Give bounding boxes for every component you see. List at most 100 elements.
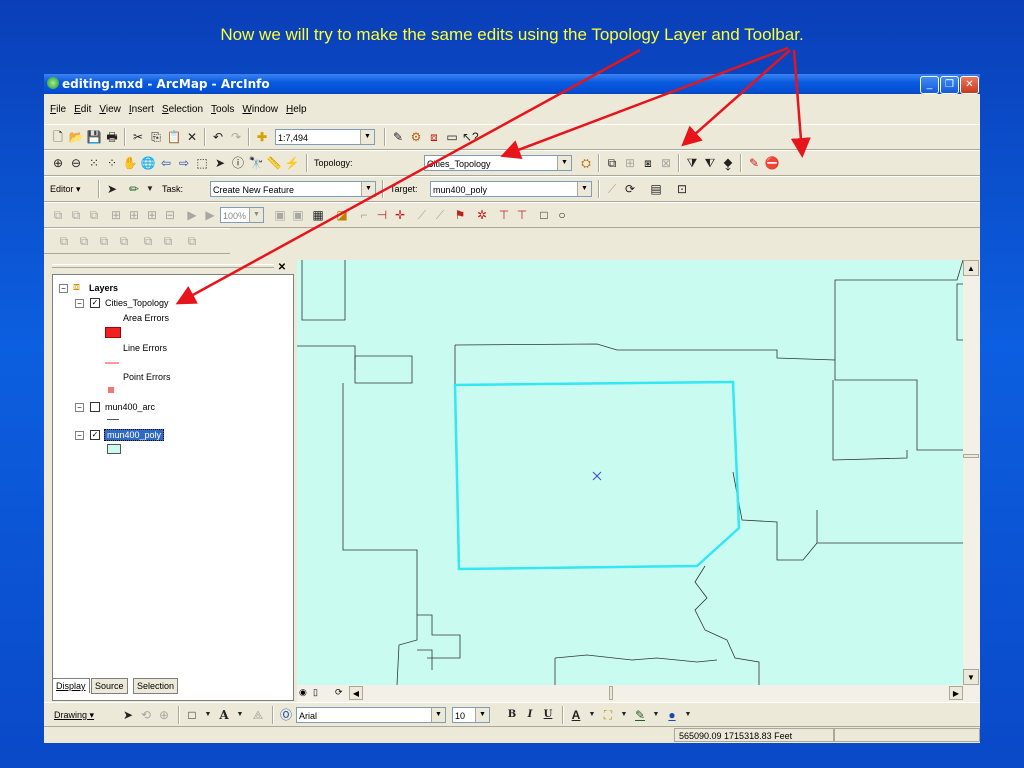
spatial-adjustment-icon[interactable]: ▦: [310, 207, 326, 223]
georeferencing-icon[interactable]: ◪: [334, 207, 350, 223]
rule-icon[interactable]: ⊤: [496, 207, 512, 223]
menu-help[interactable]: Help: [286, 100, 307, 120]
network-tool-icon[interactable]: ⧉: [56, 233, 72, 249]
construct-features-icon[interactable]: ⧆: [640, 155, 656, 171]
planarize-lines-icon[interactable]: ⊠: [658, 155, 674, 171]
chevron-down-icon[interactable]: ▼: [557, 156, 571, 170]
split-tool-icon[interactable]: ⟋: [604, 181, 620, 197]
save-icon[interactable]: 💾: [86, 129, 102, 145]
title-bar[interactable]: editing.mxd - ArcMap - ArcInfo _ ❐ ✕: [44, 74, 980, 94]
tab-selection[interactable]: Selection: [133, 678, 179, 694]
cut-icon[interactable]: ✂: [130, 129, 146, 145]
chevron-down-icon[interactable]: ▼: [360, 130, 374, 144]
collapse-icon[interactable]: −: [75, 431, 84, 440]
fillet-icon[interactable]: ⧉: [68, 207, 84, 223]
scroll-thumb[interactable]: [963, 454, 979, 458]
chevron-down-icon[interactable]: ▼: [616, 707, 632, 723]
chevron-down-icon[interactable]: ▼: [680, 707, 696, 723]
layer-cities-topology[interactable]: Cities_Topology: [105, 298, 169, 308]
proportion-icon[interactable]: ✛: [392, 207, 408, 223]
curve-icon[interactable]: ⟋: [432, 207, 448, 223]
menu-selection[interactable]: Selection: [162, 100, 203, 120]
zoom-combo[interactable]: 100% ▼: [220, 207, 264, 223]
toc-grip[interactable]: [52, 264, 274, 268]
chevron-down-icon[interactable]: ▼: [200, 707, 216, 723]
collapse-icon[interactable]: −: [75, 299, 84, 308]
open-folder-icon[interactable]: 📂: [68, 129, 84, 145]
chevron-down-icon[interactable]: ▼: [232, 707, 248, 723]
map-vertical-scrollbar[interactable]: ▲ ▼: [963, 260, 980, 685]
full-extent-icon[interactable]: 🌐: [140, 155, 156, 171]
measure-icon[interactable]: 📏: [266, 155, 282, 171]
identify-icon[interactable]: ⓘ: [230, 155, 246, 171]
redo-icon[interactable]: ↷: [228, 129, 244, 145]
sketch-tool-icon[interactable]: ✏: [126, 181, 142, 197]
error-inspector-icon[interactable]: ⛔: [764, 155, 780, 171]
paste-icon[interactable]: 📋: [166, 129, 182, 145]
select-elements-icon[interactable]: ➤: [212, 155, 228, 171]
smooth-icon[interactable]: ▶: [184, 207, 200, 223]
scroll-left-icon[interactable]: ◀: [349, 686, 363, 700]
delete-icon[interactable]: ✕: [184, 129, 200, 145]
chevron-down-icon[interactable]: ▼: [142, 181, 158, 197]
menu-insert[interactable]: Insert: [129, 100, 154, 120]
layer-checkbox[interactable]: ✓: [90, 430, 100, 440]
maximize-button[interactable]: ❐: [940, 76, 959, 94]
data-view-icon[interactable]: ◉: [299, 687, 307, 698]
copy-icon[interactable]: ⎘: [148, 129, 164, 145]
zoom-in-icon[interactable]: ⊕: [50, 155, 66, 171]
undo-icon[interactable]: ↶: [210, 129, 226, 145]
edit-vertices-icon[interactable]: ⟁: [250, 707, 266, 723]
new-text-icon[interactable]: A: [216, 707, 232, 723]
collapse-icon[interactable]: −: [59, 284, 68, 293]
collapse-icon[interactable]: −: [75, 403, 84, 412]
rule-icon[interactable]: ⊤: [514, 207, 530, 223]
rectangle-icon[interactable]: □: [184, 707, 200, 723]
network-tool-icon[interactable]: ⧉: [184, 233, 200, 249]
copy-features-icon[interactable]: ⧉: [50, 207, 66, 223]
layer-mun400-poly[interactable]: mun400_poly: [104, 429, 165, 441]
topology-edit-tool-icon[interactable]: ⧉: [604, 155, 620, 171]
whats-this-help-icon[interactable]: ↖?: [462, 129, 479, 145]
drawing-menu-button[interactable]: Drawing ▾: [54, 707, 94, 723]
chevron-down-icon[interactable]: ▼: [475, 708, 489, 722]
rotate-element-icon[interactable]: ⟲: [138, 707, 154, 723]
print-icon[interactable]: 🖶: [104, 129, 120, 145]
line-intersection-icon[interactable]: ⊞: [126, 207, 142, 223]
scroll-up-icon[interactable]: ▲: [963, 260, 979, 276]
close-button[interactable]: ✕: [960, 76, 979, 94]
edit-tool-icon[interactable]: ➤: [104, 181, 120, 197]
arctoolbox-icon[interactable]: ⧈: [426, 129, 442, 145]
font-size-combo[interactable]: 10 ▼: [452, 707, 490, 723]
rectangle-icon[interactable]: □: [536, 207, 552, 223]
network-tool-icon[interactable]: ⧉: [76, 233, 92, 249]
menu-file[interactable]: File: [50, 100, 66, 120]
inverse-icon[interactable]: ⚑: [452, 207, 468, 223]
font-combo[interactable]: Arial ▼: [296, 707, 446, 723]
menu-window[interactable]: Window: [242, 100, 278, 120]
cogo-icon[interactable]: ⌐: [356, 207, 372, 223]
validate-topology-in-area-icon[interactable]: ⧩: [684, 155, 700, 171]
fixed-zoom-out-icon[interactable]: ⁘: [104, 155, 120, 171]
network-tool-icon[interactable]: ⧉: [116, 233, 132, 249]
go-back-icon[interactable]: ⇦: [158, 155, 174, 171]
network-tool-icon[interactable]: ⧉: [160, 233, 176, 249]
network-tool-icon[interactable]: ⧉: [96, 233, 112, 249]
menu-edit[interactable]: Edit: [74, 100, 91, 120]
layout-tool-icon[interactable]: ▣: [290, 207, 306, 223]
topology-combo[interactable]: Cities_Topology ▼: [424, 155, 572, 171]
new-document-icon[interactable]: 🗋: [50, 129, 66, 145]
select-elements-icon[interactable]: ➤: [120, 707, 136, 723]
layers-root[interactable]: Layers: [89, 283, 118, 293]
refresh-view-icon[interactable]: ⟳: [335, 687, 343, 698]
chevron-down-icon[interactable]: ▼: [584, 707, 600, 723]
fixed-zoom-in-icon[interactable]: ⁙: [86, 155, 102, 171]
command-line-icon[interactable]: ▭: [444, 129, 460, 145]
chevron-down-icon[interactable]: ▼: [648, 707, 664, 723]
tab-source[interactable]: Source: [91, 678, 128, 694]
show-shared-features-icon[interactable]: ⊞: [622, 155, 638, 171]
fill-color-icon[interactable]: ⛶: [600, 707, 616, 723]
minimize-button[interactable]: _: [920, 76, 939, 94]
explode-icon[interactable]: ⊞: [144, 207, 160, 223]
circle-icon[interactable]: ○: [554, 207, 570, 223]
